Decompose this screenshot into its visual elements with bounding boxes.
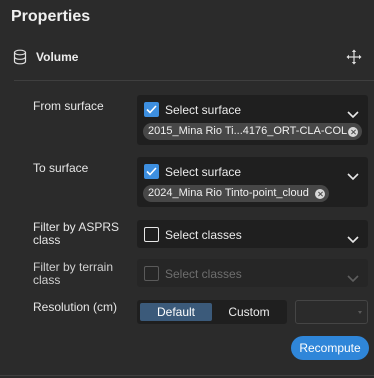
panel-title: Properties <box>11 8 91 25</box>
terrain-placeholder: Select classes <box>165 267 242 281</box>
to-surface-select[interactable]: Select surface 2024_Mina Rio Tinto-point… <box>137 157 368 207</box>
recompute-button[interactable]: Recompute <box>291 336 369 360</box>
chevron-down-icon[interactable] <box>347 231 359 244</box>
surface-chip: 2015_Mina Rio Ti...4176_ORT-CLA-COL <box>143 123 362 140</box>
from-surface-select[interactable]: Select surface 2015_Mina Rio Ti...4176_O… <box>137 95 368 145</box>
resolution-value-select <box>295 300 368 324</box>
asprs-filter-label: Filter by ASPRS class <box>33 220 120 247</box>
database-icon <box>13 49 27 65</box>
to-surface-placeholder: Select surface <box>165 165 242 179</box>
from-surface-placeholder: Select surface <box>165 103 242 117</box>
chip-remove-icon[interactable] <box>315 189 325 199</box>
section-divider-top <box>14 80 374 81</box>
chip-label: 2015_Mina Rio Ti...4176_ORT-CLA-COL <box>148 125 348 137</box>
terrain-checkbox <box>144 266 159 281</box>
resolution-label: Resolution (cm) <box>33 300 118 314</box>
terrain-filter-label: Filter by terrain class <box>33 260 114 287</box>
resolution-default-option[interactable]: Default <box>140 303 212 321</box>
to-surface-checkbox[interactable] <box>144 164 159 179</box>
bottom-divider <box>0 375 374 376</box>
chevron-down-icon <box>347 270 359 283</box>
chevron-down-icon[interactable] <box>347 106 359 119</box>
surface-chip: 2024_Mina Rio Tinto-point_cloud <box>143 185 329 202</box>
asprs-checkbox[interactable] <box>144 227 159 242</box>
move-icon[interactable] <box>346 49 362 65</box>
from-surface-label: From surface <box>33 99 104 113</box>
chevron-down-icon[interactable] <box>347 168 359 181</box>
chip-remove-icon[interactable] <box>348 127 358 137</box>
asprs-placeholder: Select classes <box>165 228 242 242</box>
chevron-down-icon <box>358 311 362 314</box>
resolution-custom-option[interactable]: Custom <box>215 303 283 321</box>
chip-label: 2024_Mina Rio Tinto-point_cloud <box>148 187 309 199</box>
resolution-mode-toggle[interactable]: Default Custom <box>137 300 287 324</box>
from-surface-checkbox[interactable] <box>144 102 159 117</box>
asprs-class-select[interactable]: Select classes <box>137 220 368 248</box>
volume-section-header[interactable]: Volume <box>0 44 374 70</box>
section-title: Volume <box>36 50 79 64</box>
to-surface-label: To surface <box>33 161 89 175</box>
terrain-class-select: Select classes <box>137 259 368 287</box>
